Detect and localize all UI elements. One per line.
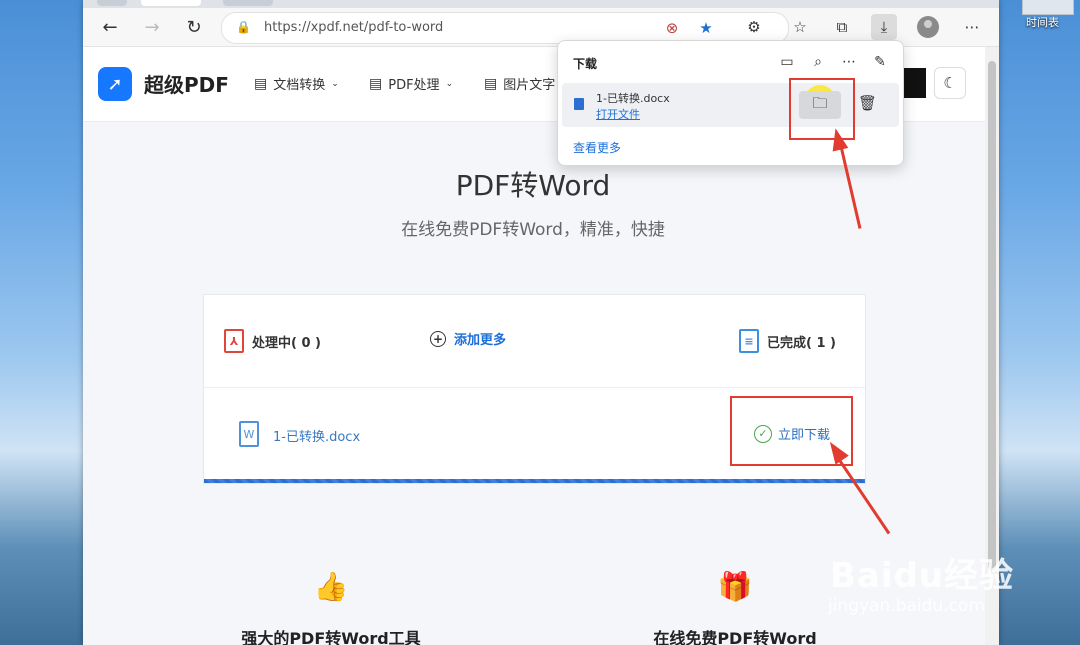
- progress-bar: [204, 479, 865, 483]
- site-logo-text[interactable]: 超级PDF: [144, 69, 229, 98]
- converted-file-name: 1-已转换.docx: [273, 430, 361, 445]
- collections-icon[interactable]: ⧉: [829, 14, 855, 40]
- feature-powerful: 👍 强大的PDF转Word工具: [201, 570, 461, 645]
- folder-icon[interactable]: ▭: [776, 51, 798, 73]
- more-icon[interactable]: ⋯: [959, 14, 985, 40]
- pdf-file-icon: ⅄: [224, 329, 244, 353]
- tab-fragment[interactable]: [223, 0, 273, 6]
- annotation-box-folder: [789, 78, 855, 140]
- address-url[interactable]: https://xpdf.net/pdf-to-word: [264, 20, 443, 35]
- rocket-logo-icon[interactable]: ➚: [98, 67, 132, 101]
- download-file-name: 1-已转换.docx: [596, 92, 670, 105]
- search-icon[interactable]: ⌕: [807, 51, 829, 73]
- nav-doc-convert[interactable]: ▤ 文档转换 ⌄: [254, 74, 339, 94]
- scroll-thumb[interactable]: [988, 61, 996, 571]
- completed-label: 已完成( 1 ): [767, 335, 836, 351]
- add-more-button[interactable]: + 添加更多: [430, 329, 506, 348]
- downloads-title: 下载: [573, 57, 598, 71]
- profile-icon[interactable]: [917, 16, 939, 38]
- gift-icon: 🎁: [717, 570, 753, 603]
- plus-circle-icon: +: [430, 330, 446, 347]
- nav-doc-convert-label: 文档转换: [273, 78, 326, 93]
- desktop-icon-label: 时间表: [1026, 16, 1059, 29]
- see-more-link[interactable]: 查看更多: [573, 139, 621, 156]
- processing-label: 处理中( 0 ): [252, 335, 321, 351]
- thumbs-up-icon: 👍: [313, 570, 349, 603]
- tab-strip: [83, 0, 999, 8]
- document-icon: ▤: [484, 75, 498, 92]
- add-more-label[interactable]: 添加更多: [454, 329, 506, 348]
- favorite-star-icon[interactable]: ★: [696, 18, 716, 38]
- completed-status: ≡ 已完成( 1 ): [739, 329, 836, 353]
- chevron-down-icon: ⌄: [331, 78, 339, 89]
- tab-fragment[interactable]: [97, 0, 127, 6]
- feature-free-text: 在线免费PDF转Word: [653, 629, 817, 645]
- desktop-file-icon[interactable]: [1022, 0, 1074, 15]
- page-subtitle: 在线免费PDF转Word，精准，快捷: [401, 220, 665, 240]
- download-icon[interactable]: ⤓: [871, 14, 897, 40]
- baidu-watermark-url: jingyan.baidu.com: [828, 596, 985, 616]
- chevron-down-icon: ⌄: [445, 78, 454, 89]
- document-icon: ≡: [739, 329, 759, 353]
- refresh-icon[interactable]: ↻: [181, 14, 207, 40]
- open-file-link[interactable]: 打开文件: [596, 106, 640, 122]
- nav-image-text-label: 图片文字: [503, 78, 556, 93]
- back-icon[interactable]: ←: [97, 14, 123, 40]
- word-file-icon: [574, 98, 584, 110]
- forward-icon[interactable]: →: [139, 14, 165, 40]
- lock-icon[interactable]: 🔒: [236, 20, 251, 34]
- active-tab-fragment[interactable]: [141, 0, 201, 6]
- nav-pdf-process[interactable]: ▤ PDF处理 ⌄: [369, 74, 454, 94]
- document-icon: ▤: [254, 75, 268, 92]
- extensions-icon[interactable]: ⚙: [741, 14, 767, 40]
- moon-icon[interactable]: ☾: [934, 67, 966, 99]
- card-divider: [204, 387, 865, 388]
- favorites-icon[interactable]: ☆: [787, 14, 813, 40]
- feature-powerful-text: 强大的PDF转Word工具: [241, 629, 421, 645]
- document-icon: ▤: [369, 75, 383, 92]
- more-icon[interactable]: ⋯: [838, 51, 860, 73]
- feature-free: 🎁 在线免费PDF转Word: [605, 570, 865, 645]
- pin-icon[interactable]: ✎: [869, 51, 891, 73]
- processing-status: ⅄ 处理中( 0 ): [224, 329, 321, 353]
- baidu-watermark: Baidu经验: [830, 556, 1015, 596]
- nav-pdf-process-label: PDF处理: [388, 78, 440, 93]
- trash-icon[interactable]: 🗑: [858, 94, 877, 112]
- user-avatar[interactable]: [902, 68, 926, 98]
- nav-image-text[interactable]: ▤ 图片文字: [484, 74, 556, 94]
- tracking-icon[interactable]: ⊗: [662, 18, 682, 38]
- word-file-icon: W: [239, 421, 259, 447]
